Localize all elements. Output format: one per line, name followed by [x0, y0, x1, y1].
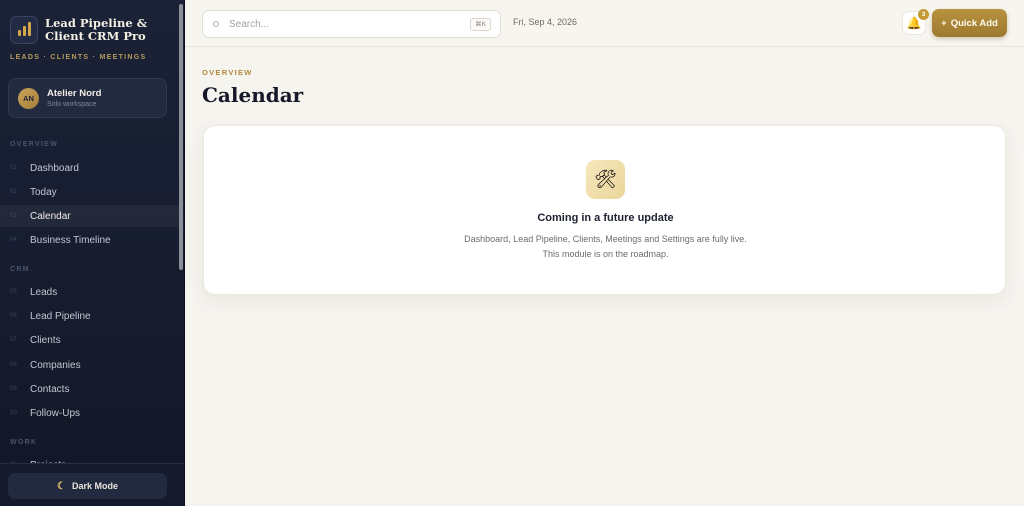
section-label-overview: OVERVIEW	[10, 141, 59, 148]
card-text: Dashboard, Lead Pipeline, Clients, Meeti…	[464, 234, 747, 259]
nav-number: 09	[10, 386, 17, 392]
moon-icon: ☾	[57, 480, 66, 492]
sidebar-item-label: Follow-Ups	[30, 407, 81, 419]
sidebar-item-label: Contacts	[30, 383, 70, 395]
nav-number: 05	[10, 289, 17, 295]
workspace-name: Atelier Nord	[47, 88, 102, 99]
nav-number: 04	[10, 237, 17, 243]
dark-mode-button[interactable]: ☾ Dark Mode	[8, 473, 167, 499]
coming-soon-card: 🛠 Coming in a future update Dashboard, L…	[203, 125, 1006, 295]
sidebar-item-lead-pipeline[interactable]: 06 Lead Pipeline	[0, 305, 180, 327]
sidebar: Lead Pipeline & Client CRM Pro LEADS · C…	[0, 0, 185, 506]
nav-number: 03	[10, 213, 17, 219]
avatar: AN	[18, 87, 39, 109]
search-placeholder: Search...	[229, 19, 270, 30]
nav-number: 08	[10, 362, 17, 368]
search-shortcut: ⌘K	[470, 18, 491, 31]
sidebar-item-companies[interactable]: 08 Companies	[0, 354, 180, 376]
bar-chart-logo-icon	[10, 16, 38, 44]
sidebar-item-contacts[interactable]: 09 Contacts	[0, 378, 180, 400]
sidebar-item-follow-ups[interactable]: 10 Follow-Ups	[0, 402, 180, 424]
plus-icon: +	[941, 17, 947, 29]
nav-number: 02	[10, 189, 17, 195]
sidebar-item-label: Companies	[30, 359, 81, 371]
section-label-crm: CRM	[10, 266, 30, 273]
nav-number: 01	[10, 165, 17, 171]
topbar: Search... ⌘K Fri, Sep 4, 2026 🔔 3 + Quic…	[185, 0, 1024, 47]
nav-number: 06	[10, 313, 17, 319]
page-eyebrow: OVERVIEW	[202, 68, 253, 77]
dark-mode-label: Dark Mode	[71, 481, 118, 491]
sidebar-item-label: Today	[30, 186, 57, 198]
section-label-work: WORK	[10, 439, 38, 446]
sidebar-scrollbar[interactable]	[179, 4, 183, 270]
sidebar-item-calendar[interactable]: 03 Calendar	[0, 205, 180, 227]
brand[interactable]: Lead Pipeline & Client CRM Pro	[10, 16, 167, 44]
nav-number: 07	[10, 337, 17, 343]
workspace-switcher[interactable]: AN Atelier Nord Solo workspace	[8, 78, 167, 118]
sidebar-item-label: Calendar	[30, 210, 71, 222]
search-input[interactable]: Search... ⌘K	[202, 10, 501, 38]
quick-add-label: Quick Add	[950, 17, 998, 29]
sidebar-item-label: Clients	[30, 334, 61, 346]
sidebar-item-clients[interactable]: 07 Clients	[0, 329, 180, 351]
card-title: Coming in a future update	[537, 212, 674, 224]
sidebar-item-label: Lead Pipeline	[30, 310, 91, 322]
sidebar-item-label: Business Timeline	[30, 234, 111, 246]
search-icon	[213, 21, 219, 27]
notification-badge: 3	[918, 9, 929, 20]
quick-add-button[interactable]: + Quick Add	[932, 9, 1007, 37]
brand-subtitle: LEADS · CLIENTS · MEETINGS	[10, 54, 147, 61]
nav-number: 10	[10, 410, 17, 416]
workspace-subtitle: Solo workspace	[47, 101, 97, 108]
current-date: Fri, Sep 4, 2026	[513, 17, 578, 27]
sidebar-item-label: Leads	[30, 286, 58, 298]
sidebar-item-today[interactable]: 02 Today	[0, 181, 180, 203]
sidebar-item-leads[interactable]: 05 Leads	[0, 281, 180, 303]
brand-title: Lead Pipeline & Client CRM Pro	[45, 16, 148, 43]
tools-icon: 🛠	[586, 160, 625, 199]
sidebar-item-label: Dashboard	[30, 162, 79, 174]
sidebar-footer: ☾ Dark Mode	[0, 463, 184, 506]
notifications-button[interactable]: 🔔 3	[902, 9, 929, 35]
page-title: Calendar	[202, 83, 304, 107]
sidebar-item-dashboard[interactable]: 01 Dashboard	[0, 157, 180, 179]
sidebar-item-business-timeline[interactable]: 04 Business Timeline	[0, 229, 180, 251]
